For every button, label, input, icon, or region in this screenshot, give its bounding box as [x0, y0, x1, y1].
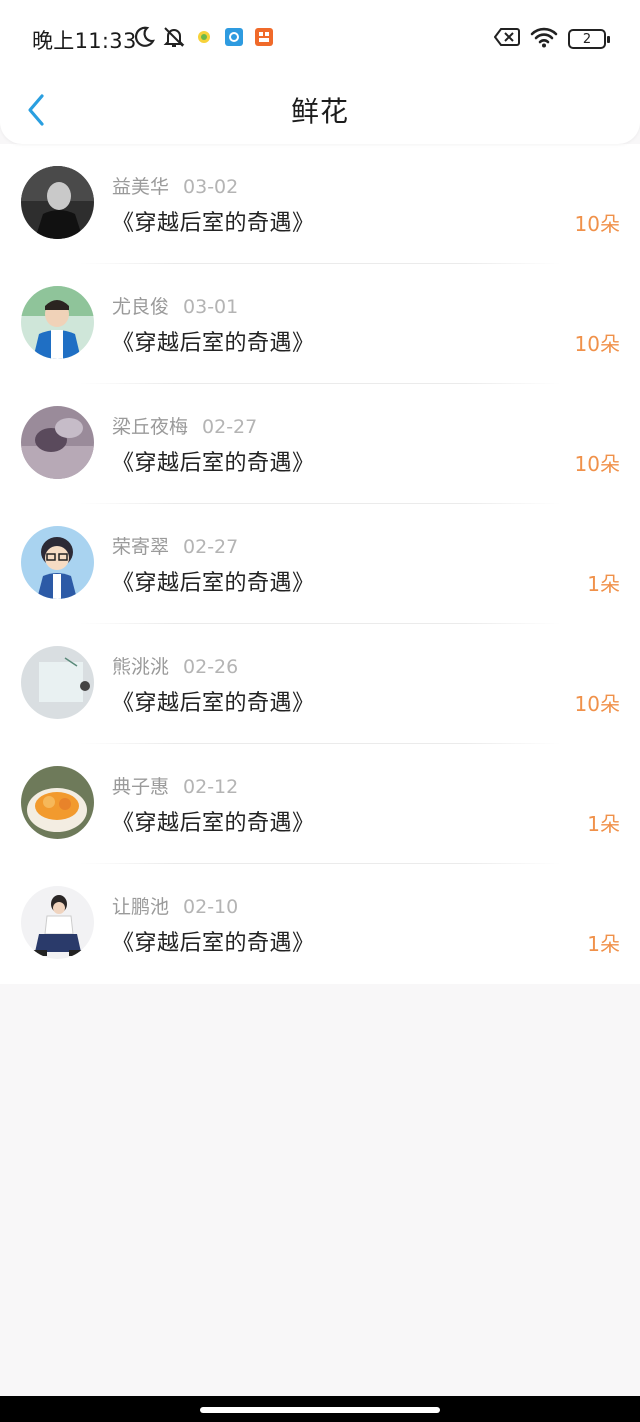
list-item[interactable]: 典子惠 02-12 《穿越后室的奇遇》 1朵	[0, 744, 640, 864]
item-meta: 让鹏池 02-10	[112, 892, 238, 919]
battery-icon: 2	[568, 29, 610, 49]
item-meta: 梁丘夜梅 02-27	[112, 412, 257, 439]
status-time: 晚上11:33	[32, 29, 137, 53]
list-item[interactable]: 益美华 03-02 《穿越后室的奇遇》 10朵	[0, 144, 640, 264]
page-title: 鲜花	[290, 95, 349, 128]
list-item[interactable]: 梁丘夜梅 02-27 《穿越后室的奇遇》 10朵	[0, 384, 640, 504]
item-meta: 荣寄翠 02-27	[112, 532, 238, 559]
item-user-name: 典子惠	[112, 776, 170, 798]
item-date: 02-26	[183, 656, 239, 678]
item-amount: 10朵	[574, 212, 620, 236]
status-bar: 晚上11:33 2	[0, 22, 640, 58]
item-date: 02-10	[183, 896, 239, 918]
item-amount: 1朵	[587, 932, 620, 956]
sim-disabled-icon	[493, 27, 520, 51]
item-amount: 10朵	[574, 692, 620, 716]
system-nav-bar	[0, 1396, 640, 1422]
bell-off-icon	[162, 24, 186, 50]
item-amount: 10朵	[574, 452, 620, 476]
gift-list: 益美华 03-02 《穿越后室的奇遇》 10朵 尤良俊 03-01 《穿越后室的奇遇…	[0, 144, 640, 984]
list-item[interactable]: 熊洮洮 02-26 《穿越后室的奇遇》 10朵	[0, 624, 640, 744]
item-date: 02-12	[183, 776, 239, 798]
item-user-name: 梁丘夜梅	[112, 416, 189, 438]
item-book-title[interactable]: 《穿越后室的奇遇》	[112, 205, 315, 237]
item-book-title[interactable]: 《穿越后室的奇遇》	[112, 925, 315, 957]
item-user-name: 让鹏池	[112, 896, 170, 918]
item-date: 02-27	[202, 416, 258, 438]
status-icons-right: 2	[493, 26, 610, 52]
item-amount: 1朵	[587, 572, 620, 596]
avatar[interactable]	[21, 166, 94, 239]
app-notification-icon-blue	[222, 24, 246, 50]
item-user-name: 益美华	[112, 176, 170, 198]
item-meta: 熊洮洮 02-26	[112, 652, 238, 679]
status-icons-left	[132, 24, 276, 50]
top-header: 晚上11:33 2 鲜花	[0, 0, 640, 144]
item-book-title[interactable]: 《穿越后室的奇遇》	[112, 445, 315, 477]
item-book-title[interactable]: 《穿越后室的奇遇》	[112, 685, 315, 717]
item-user-name: 荣寄翠	[112, 536, 170, 558]
home-indicator[interactable]	[200, 1407, 440, 1413]
battery-level: 2	[582, 31, 592, 47]
nav-bar: 鲜花	[0, 78, 640, 142]
item-date: 02-27	[183, 536, 239, 558]
item-meta: 典子惠 02-12	[112, 772, 238, 799]
item-book-title[interactable]: 《穿越后室的奇遇》	[112, 805, 315, 837]
item-amount: 10朵	[574, 332, 620, 356]
item-user-name: 尤良俊	[112, 296, 170, 318]
list-item[interactable]: 荣寄翠 02-27 《穿越后室的奇遇》 1朵	[0, 504, 640, 624]
item-amount: 1朵	[587, 812, 620, 836]
avatar[interactable]	[21, 406, 94, 479]
item-date: 03-01	[183, 296, 239, 318]
list-item[interactable]: 让鹏池 02-10 《穿越后室的奇遇》 1朵	[0, 864, 640, 984]
item-meta: 尤良俊 03-01	[112, 292, 238, 319]
avatar[interactable]	[21, 286, 94, 359]
avatar[interactable]	[21, 646, 94, 719]
app-notification-icon-orange	[252, 24, 276, 50]
item-book-title[interactable]: 《穿越后室的奇遇》	[112, 565, 315, 597]
moon-icon	[132, 24, 156, 50]
avatar[interactable]	[21, 766, 94, 839]
list-item[interactable]: 尤良俊 03-01 《穿越后室的奇遇》 10朵	[0, 264, 640, 384]
item-meta: 益美华 03-02	[112, 172, 238, 199]
item-book-title[interactable]: 《穿越后室的奇遇》	[112, 325, 315, 357]
avatar[interactable]	[21, 886, 94, 959]
app-notification-icon-yellow	[192, 24, 216, 50]
item-date: 03-02	[183, 176, 239, 198]
wifi-icon	[530, 26, 558, 52]
avatar[interactable]	[21, 526, 94, 599]
item-user-name: 熊洮洮	[112, 656, 170, 678]
